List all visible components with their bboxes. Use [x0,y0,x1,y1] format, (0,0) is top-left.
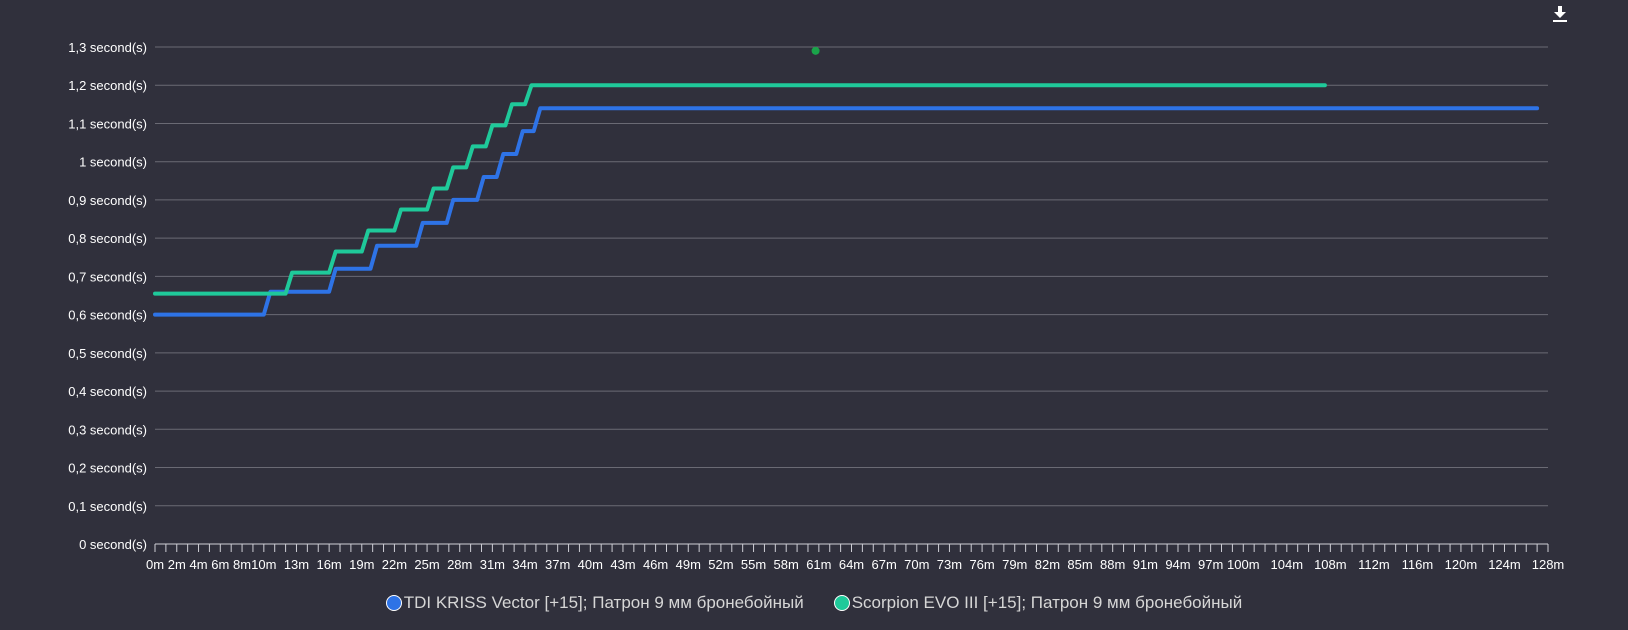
legend-swatch-series-2 [833,595,850,611]
legend: TDI KRISS Vector [+15]; Патрон 9 мм брон… [0,593,1628,613]
annotations [811,46,820,55]
y-tick-label: 1,1 second(s) [68,116,147,131]
x-tick-label: 104m [1271,557,1304,572]
series-line-2 [153,83,1327,296]
y-tick-label: 0,1 second(s) [68,499,147,514]
x-tick-label: 13m [284,557,309,572]
x-tick-label: 128m [1532,557,1565,572]
x-tick-label: 70m [904,557,929,572]
x-tick-label: 108m [1314,557,1347,572]
legend-swatch-series-1 [385,595,402,611]
x-tick-label: 10m [251,557,276,572]
y-tick-label: 0,7 second(s) [68,269,147,284]
x-tick-label: 112m [1358,557,1390,572]
y-axis: 0 second(s) 0,1 second(s) 0,2 second(s) 0,3… [68,40,147,552]
x-tick-label: 0m [146,557,164,572]
x-tick-label: 73m [937,557,962,572]
x-tick-label: 85m [1067,557,1092,572]
y-tick-label: 1,3 second(s) [68,40,147,55]
x-tick-label: 88m [1100,557,1125,572]
x-tick-label: 120m [1445,557,1478,572]
y-tick-label: 0,2 second(s) [68,461,147,476]
y-tick-label: 0,4 second(s) [68,384,147,399]
x-tick-label: 40m [578,557,603,572]
x-tick-label: 46m [643,557,668,572]
x-tick-label: 64m [839,557,864,572]
x-tick-label: 79m [1002,557,1027,572]
legend-label-series-2: Scorpion EVO III [+15]; Патрон 9 мм брон… [851,593,1243,612]
download-icon[interactable] [1550,4,1570,24]
chart: 0 second(s) 0,1 second(s) 0,2 second(s) 0,3… [68,40,1565,572]
y-tick-label: 0 second(s) [79,537,147,552]
y-tick-label: 0,9 second(s) [68,193,147,208]
marker-point [811,46,820,55]
y-tick-label: 0,3 second(s) [68,422,147,437]
x-tick-label: 97m [1198,557,1223,572]
legend-item-series-2[interactable]: Scorpion EVO III [+15]; Патрон 9 мм брон… [833,593,1243,613]
x-tick-label: 2m [168,557,186,572]
x-tick-label: 16m [316,557,341,572]
x-tick-label: 49m [676,557,701,572]
legend-label-series-1: TDI KRISS Vector [+15]; Патрон 9 мм брон… [403,593,804,612]
x-tick-label: 34m [512,557,537,572]
x-tick-label: 28m [447,557,472,572]
x-tick-label: 61m [806,557,831,572]
x-tick-label: 52m [708,557,733,572]
x-tick-label: 94m [1165,557,1190,572]
x-tick-label: 91m [1133,557,1158,572]
x-tick-label: 6m [211,557,229,572]
x-tick-label: 76m [969,557,994,572]
x-axis: 0m 2m 4m 6m 8m 10m 13m 16m 19m 22m 25m 28m 31m 34m 37m… [146,543,1565,572]
x-tick-label: 67m [872,557,897,572]
x-tick-label: 37m [545,557,570,572]
legend-item-series-1[interactable]: TDI KRISS Vector [+15]; Патрон 9 мм брон… [385,593,804,613]
x-tick-label: 43m [610,557,635,572]
x-tick-label: 82m [1035,557,1060,572]
y-tick-label: 0,5 second(s) [68,346,147,361]
y-tick-label: 0,8 second(s) [68,231,147,246]
x-tick-label: 55m [741,557,766,572]
x-tick-label: 8m [233,557,251,572]
grid-lines [155,46,1548,545]
x-tick-label: 25m [414,557,439,572]
x-tick-label: 31m [480,557,505,572]
y-tick-label: 1,2 second(s) [68,78,147,93]
x-tick-label: 116m [1402,557,1434,572]
y-tick-label: 0,6 second(s) [68,308,147,323]
x-tick-label: 124m [1488,557,1521,572]
series-line-1 [153,106,1540,317]
x-tick-label: 22m [382,557,407,572]
x-tick-label: 4m [190,557,208,572]
x-tick-label: 100m [1227,557,1260,572]
y-tick-label: 1 second(s) [79,155,147,170]
x-tick-label: 58m [774,557,799,572]
x-tick-label: 19m [349,557,374,572]
